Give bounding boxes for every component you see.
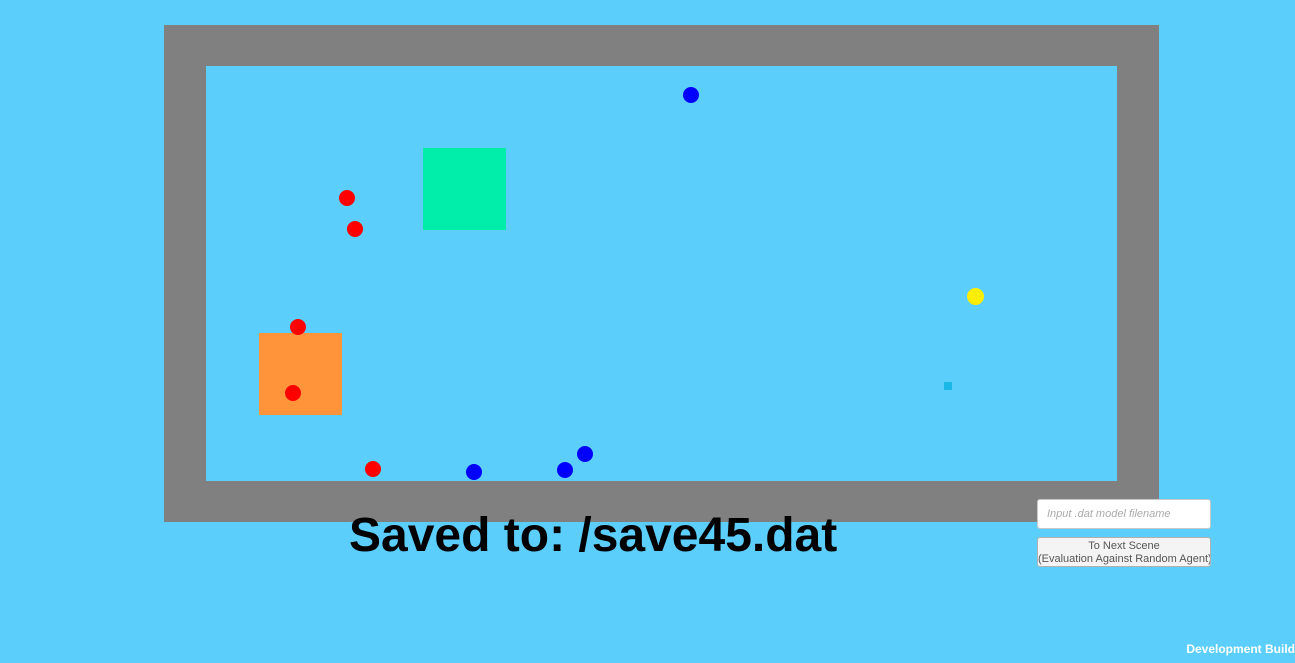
next-scene-button[interactable]: To Next Scene (Evaluation Against Random… [1037,537,1211,567]
green-goal-zone [423,148,506,230]
arena-floor [206,66,1117,481]
next-scene-button-line2: (Evaluation Against Random Agent) [1038,553,1211,565]
blue-agent [557,462,573,478]
model-filename-input[interactable] [1037,499,1211,529]
red-agent [290,319,306,335]
yellow-ball [967,288,984,305]
blue-agent [466,464,482,480]
red-agent [285,385,301,401]
red-agent [347,221,363,237]
cyan-pickup [944,382,952,390]
arena-wall [164,25,1159,522]
next-scene-button-line1: To Next Scene [1088,540,1160,552]
development-build-label: Development Build [1186,642,1295,656]
orange-goal-zone [259,333,342,415]
red-agent [365,461,381,477]
red-agent [339,190,355,206]
blue-agent [683,87,699,103]
blue-agent [577,446,593,462]
saved-status-text: Saved to: /save45.dat [349,509,838,562]
